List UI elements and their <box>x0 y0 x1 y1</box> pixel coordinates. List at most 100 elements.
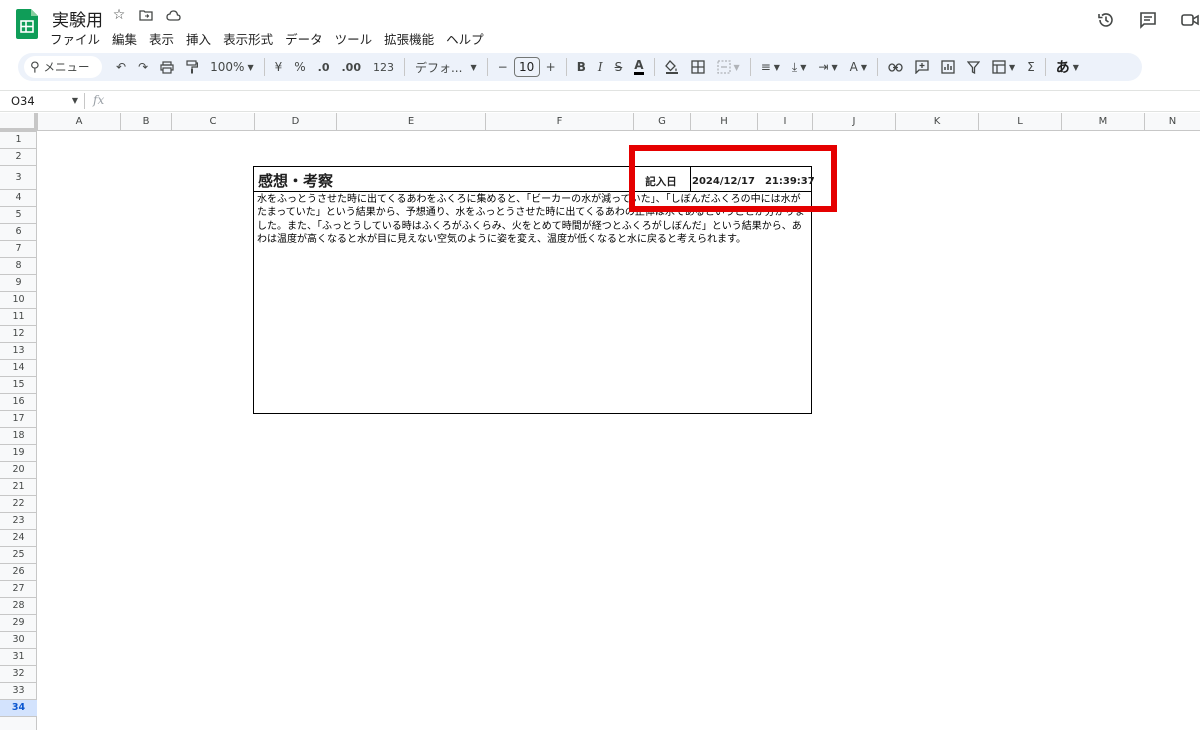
row-header-3[interactable]: 3 <box>0 165 37 189</box>
comments-icon[interactable] <box>1138 10 1158 30</box>
bold-icon[interactable]: B <box>571 56 592 78</box>
increase-font-size-icon[interactable]: + <box>540 56 562 78</box>
row-header-20[interactable]: 20 <box>0 461 37 478</box>
menu-view[interactable]: 表示 <box>143 27 180 50</box>
filter-views-icon[interactable]: ▼ <box>986 56 1021 78</box>
select-all-corner[interactable] <box>0 113 37 131</box>
row-header-13[interactable]: 13 <box>0 342 37 359</box>
cloud-status-icon[interactable] <box>164 6 182 24</box>
insert-comment-icon[interactable] <box>909 56 935 78</box>
row-header-34[interactable]: 34 <box>0 699 37 716</box>
sheets-logo-icon[interactable] <box>16 9 38 39</box>
column-header-j[interactable]: J <box>812 113 895 131</box>
column-header-g[interactable]: G <box>633 113 690 131</box>
fill-color-icon[interactable] <box>659 56 685 78</box>
row-header-9[interactable]: 9 <box>0 274 37 291</box>
column-header-k[interactable]: K <box>895 113 978 131</box>
row-header-22[interactable]: 22 <box>0 495 37 512</box>
menu-data[interactable]: データ <box>279 27 329 50</box>
star-icon[interactable]: ☆ <box>110 6 128 24</box>
insert-link-icon[interactable] <box>882 56 909 78</box>
text-rotation-icon[interactable]: A ▼ <box>844 56 873 78</box>
row-header-23[interactable]: 23 <box>0 512 37 529</box>
meet-video-icon[interactable] <box>1180 10 1200 30</box>
row-header-31[interactable]: 31 <box>0 648 37 665</box>
input-tools-button[interactable]: あ ▼ <box>1050 56 1085 78</box>
menu-edit[interactable]: 編集 <box>106 27 143 50</box>
row-header-25[interactable]: 25 <box>0 546 37 563</box>
column-header-l[interactable]: L <box>978 113 1061 131</box>
row-header-17[interactable]: 17 <box>0 410 37 427</box>
zoom-select[interactable]: 100% ▼ <box>204 56 259 78</box>
row-header-2[interactable]: 2 <box>0 148 37 165</box>
filter-icon[interactable] <box>961 56 986 78</box>
column-header-n[interactable]: N <box>1144 113 1200 131</box>
row-header-7[interactable]: 7 <box>0 240 37 257</box>
menu-search-box[interactable]: ⚲ メニュー <box>24 56 102 78</box>
version-history-icon[interactable] <box>1096 10 1116 30</box>
menu-format[interactable]: 表示形式 <box>217 27 279 50</box>
column-header-c[interactable]: C <box>171 113 254 131</box>
menu-file[interactable]: ファイル <box>44 27 106 50</box>
increase-decimal-button[interactable]: .00 <box>335 56 367 78</box>
row-header-28[interactable]: 28 <box>0 597 37 614</box>
row-header-33[interactable]: 33 <box>0 682 37 699</box>
row-header-18[interactable]: 18 <box>0 427 37 444</box>
font-select[interactable]: デフォ... ▼ <box>409 56 483 78</box>
menu-extensions[interactable]: 拡張機能 <box>378 27 440 50</box>
row-header-6[interactable]: 6 <box>0 223 37 240</box>
undo-icon[interactable]: ↶ <box>110 56 132 78</box>
row-header-29[interactable]: 29 <box>0 614 37 631</box>
vertical-align-icon[interactable]: ⤓ ▼ <box>786 56 812 78</box>
row-header-21[interactable]: 21 <box>0 478 37 495</box>
row-header-19[interactable]: 19 <box>0 444 37 461</box>
row-header-5[interactable]: 5 <box>0 206 37 223</box>
row-header-14[interactable]: 14 <box>0 359 37 376</box>
row-header-26[interactable]: 26 <box>0 563 37 580</box>
percent-format-button[interactable]: % <box>288 56 311 78</box>
strikethrough-icon[interactable]: S <box>609 56 629 78</box>
row-header-24[interactable]: 24 <box>0 529 37 546</box>
row-header-27[interactable]: 27 <box>0 580 37 597</box>
text-wrapping-icon[interactable]: ⇥ ▼ <box>812 56 843 78</box>
font-size-input[interactable]: 10 <box>513 57 540 77</box>
menu-tools[interactable]: ツール <box>329 27 379 50</box>
insert-chart-icon[interactable] <box>935 56 961 78</box>
functions-icon[interactable]: Σ <box>1021 56 1041 78</box>
text-color-icon[interactable]: A <box>628 56 649 78</box>
row-header-4[interactable]: 4 <box>0 189 37 206</box>
decrease-font-size-icon[interactable]: − <box>492 56 514 78</box>
redo-icon[interactable]: ↷ <box>132 56 154 78</box>
column-header-e[interactable]: E <box>336 113 485 131</box>
row-header-10[interactable]: 10 <box>0 291 37 308</box>
row-header-15[interactable]: 15 <box>0 376 37 393</box>
row-header-11[interactable]: 11 <box>0 308 37 325</box>
decrease-decimal-button[interactable]: .0 <box>312 56 336 78</box>
column-header-m[interactable]: M <box>1061 113 1144 131</box>
row-header-16[interactable]: 16 <box>0 393 37 410</box>
column-header-d[interactable]: D <box>254 113 336 131</box>
row-header-30[interactable]: 30 <box>0 631 37 648</box>
move-folder-icon[interactable] <box>137 6 155 24</box>
row-header-12[interactable]: 12 <box>0 325 37 342</box>
paint-format-icon[interactable] <box>180 56 204 78</box>
print-icon[interactable] <box>154 56 180 78</box>
column-header-h[interactable]: H <box>690 113 757 131</box>
column-header-a[interactable]: A <box>37 113 120 131</box>
row-header-8[interactable]: 8 <box>0 257 37 274</box>
italic-icon[interactable]: I <box>592 56 609 78</box>
menu-help[interactable]: ヘルプ <box>440 27 490 50</box>
borders-icon[interactable] <box>685 56 711 78</box>
row-header-1[interactable]: 1 <box>0 131 37 148</box>
merge-cells-icon[interactable]: ▼ <box>711 56 746 78</box>
more-formats-button[interactable]: 123 <box>367 56 400 78</box>
row-header-35[interactable] <box>0 716 37 730</box>
column-header-b[interactable]: B <box>120 113 171 131</box>
row-header-32[interactable]: 32 <box>0 665 37 682</box>
horizontal-align-icon[interactable]: ≡ ▼ <box>755 56 786 78</box>
currency-format-button[interactable]: ¥ <box>269 56 289 78</box>
name-box[interactable]: O34 ▼ <box>0 94 84 108</box>
column-header-i[interactable]: I <box>757 113 812 131</box>
column-header-f[interactable]: F <box>485 113 633 131</box>
menu-insert[interactable]: 挿入 <box>180 27 217 50</box>
